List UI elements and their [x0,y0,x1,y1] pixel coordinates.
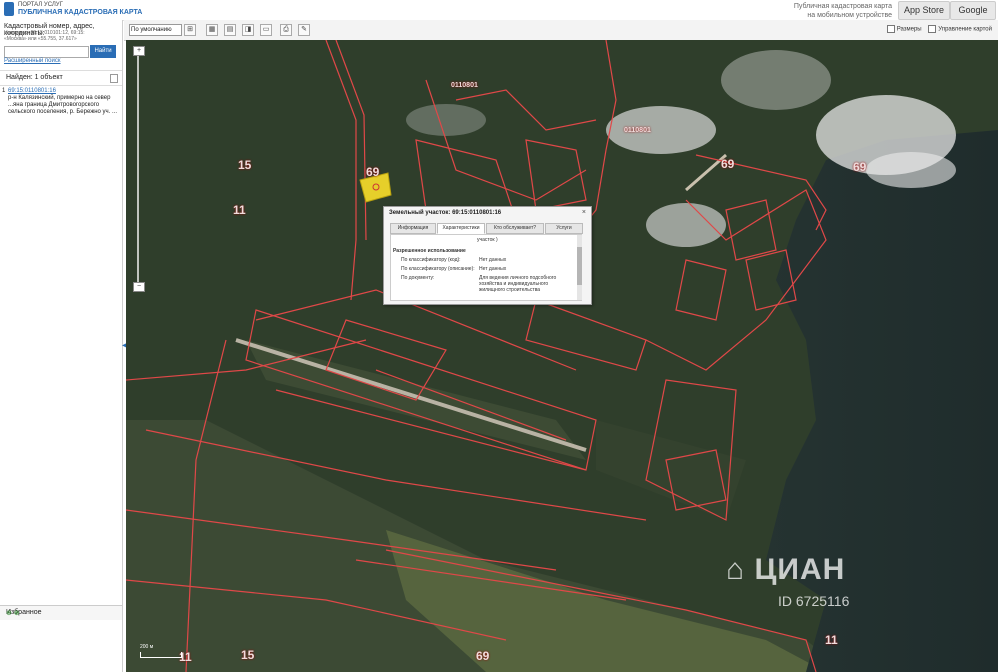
map-label: 15 [241,648,255,662]
zoom-control: + − [133,46,145,292]
print-map-icon[interactable]: ⎙ [280,24,292,36]
toolbar-right-controls: Размеры Управление картой [886,25,992,33]
measure-icon[interactable]: ▦ [206,24,218,36]
sidebar: Кадастровый номер, адрес, координаты: На… [0,20,123,672]
result-number: 1 [2,88,6,94]
row-desc-value: Нет данных [479,266,507,272]
sizes-label: Размеры [896,26,922,33]
tab-characteristics[interactable]: Характеристики [437,223,485,234]
chart-icon[interactable]: ◨ [242,24,254,36]
search-hint-line2: «Москва» или «55.755, 37.617» [4,36,77,42]
map-label: 15 [238,158,252,172]
map-label: 11 [825,633,838,647]
layer-select[interactable]: По умолчанию [129,24,182,36]
tab-services[interactable]: Услуги [545,223,583,234]
popup-title: Земельный участок: 69:15:0110801:16 [389,210,502,216]
mobile-promo-text: Публичная кадастровая карта на мобильном… [794,2,892,20]
map-label: 69 [476,649,490,663]
popup-body-top: участок ) [477,237,498,243]
draw-tool-icon[interactable]: ✎ [298,24,310,36]
watermark-brand: ⌂ ЦИАН [726,553,845,587]
permitted-use-title: Разрешенное использование [393,248,466,254]
search-hint: Например: 69:15:010101:12, 69:15: «Москв… [4,30,119,42]
portal-title[interactable]: ПУБЛИЧНАЯ КАДАСТРОВАЯ КАРТА [18,9,142,16]
map-label: 69 [366,165,380,179]
popup-body: участок ) Разрешенное использование По к… [390,234,582,301]
popup-tabs: Информация Характеристики Кто обслуживае… [390,223,585,234]
map-label: 69 [721,157,735,171]
cian-logo-icon: ⌂ [726,553,746,586]
map-label: 0110801 [451,82,478,89]
layers-icon[interactable]: ▤ [224,24,236,36]
map-label: 11 [233,203,246,217]
result-description: р-н Калязинский, примерно на север ...ян… [8,95,118,115]
ruler-icon[interactable]: ⊞ [184,24,196,36]
print-icon[interactable] [110,74,118,83]
scale-bar [140,652,182,658]
map-toolbar: По умолчанию ⊞ ▦ ▤ ◨ ▭ ⎙ ✎ Размеры Управ… [124,20,998,41]
favorites-header: Избранное ⊕ ⊕ [0,605,122,620]
result-item[interactable]: 1 69:15:0110801:16 р-н Калязинский, прим… [2,88,118,116]
zoom-slider-track[interactable] [137,52,139,282]
portal-small-title: ПОРТАЛ УСЛУГ [18,2,63,8]
popup-scroll-thumb[interactable] [577,247,582,285]
row-code-value: Нет данных [479,257,507,263]
satellite-image [126,40,998,672]
tab-who-serves[interactable]: Кто обслуживает? [486,223,544,234]
row-doc-label: По документу: [401,275,435,281]
row-code-label: По классификатору (код): [401,257,461,263]
google-play-button[interactable]: Google play [950,1,996,32]
watermark-brand-text: ЦИАН [754,553,846,586]
portal-logo-icon[interactable] [4,2,14,16]
tab-info[interactable]: Информация [390,223,436,234]
map-control-label: Управление картой [938,26,992,33]
mobile-promo-line1: Публичная кадастровая карта [793,3,892,10]
popup-scrollbar[interactable] [577,235,582,300]
search-button[interactable]: Найти [90,45,116,58]
row-desc-label: По классификатору (описание): [401,266,475,272]
found-count: Найден: 1 объект [6,74,63,81]
close-icon[interactable]: × [582,209,586,216]
result-link[interactable]: 69:15:0110801:16 [8,88,118,95]
extended-search-link[interactable]: Расширенный поиск [4,58,61,64]
parcel-info-popup: Земельный участок: 69:15:0110801:16 × Ин… [383,206,592,305]
sizes-checkbox[interactable] [886,25,895,33]
top-header: ПОРТАЛ УСЛУГ ПУБЛИЧНАЯ КАДАСТРОВАЯ КАРТА… [0,0,998,32]
scale-label: 200 м [140,644,154,650]
row-doc-value: Для ведения личного подсобного хозяйства… [479,275,557,293]
map-control-checkbox[interactable] [928,25,937,33]
zoom-out-button[interactable]: − [133,282,145,292]
folder-icon[interactable]: ▭ [260,24,272,36]
mobile-promo-line2: на мобильном устройстве [807,12,892,19]
found-header: Найден: 1 объект [0,70,122,86]
favorites-add-icon[interactable]: ⊕ ⊕ [6,609,20,617]
map-label: 69 [853,160,867,174]
search-input[interactable] [4,46,89,58]
map-canvas[interactable]: 69 69 69 15 15 11 11 11 0110801 0110801 69 [126,40,998,672]
appstore-button[interactable]: App Store [898,1,950,20]
map-label: 0110801 [624,127,651,134]
watermark-id: ID 6725116 [778,593,850,609]
zoom-in-button[interactable]: + [133,46,145,56]
